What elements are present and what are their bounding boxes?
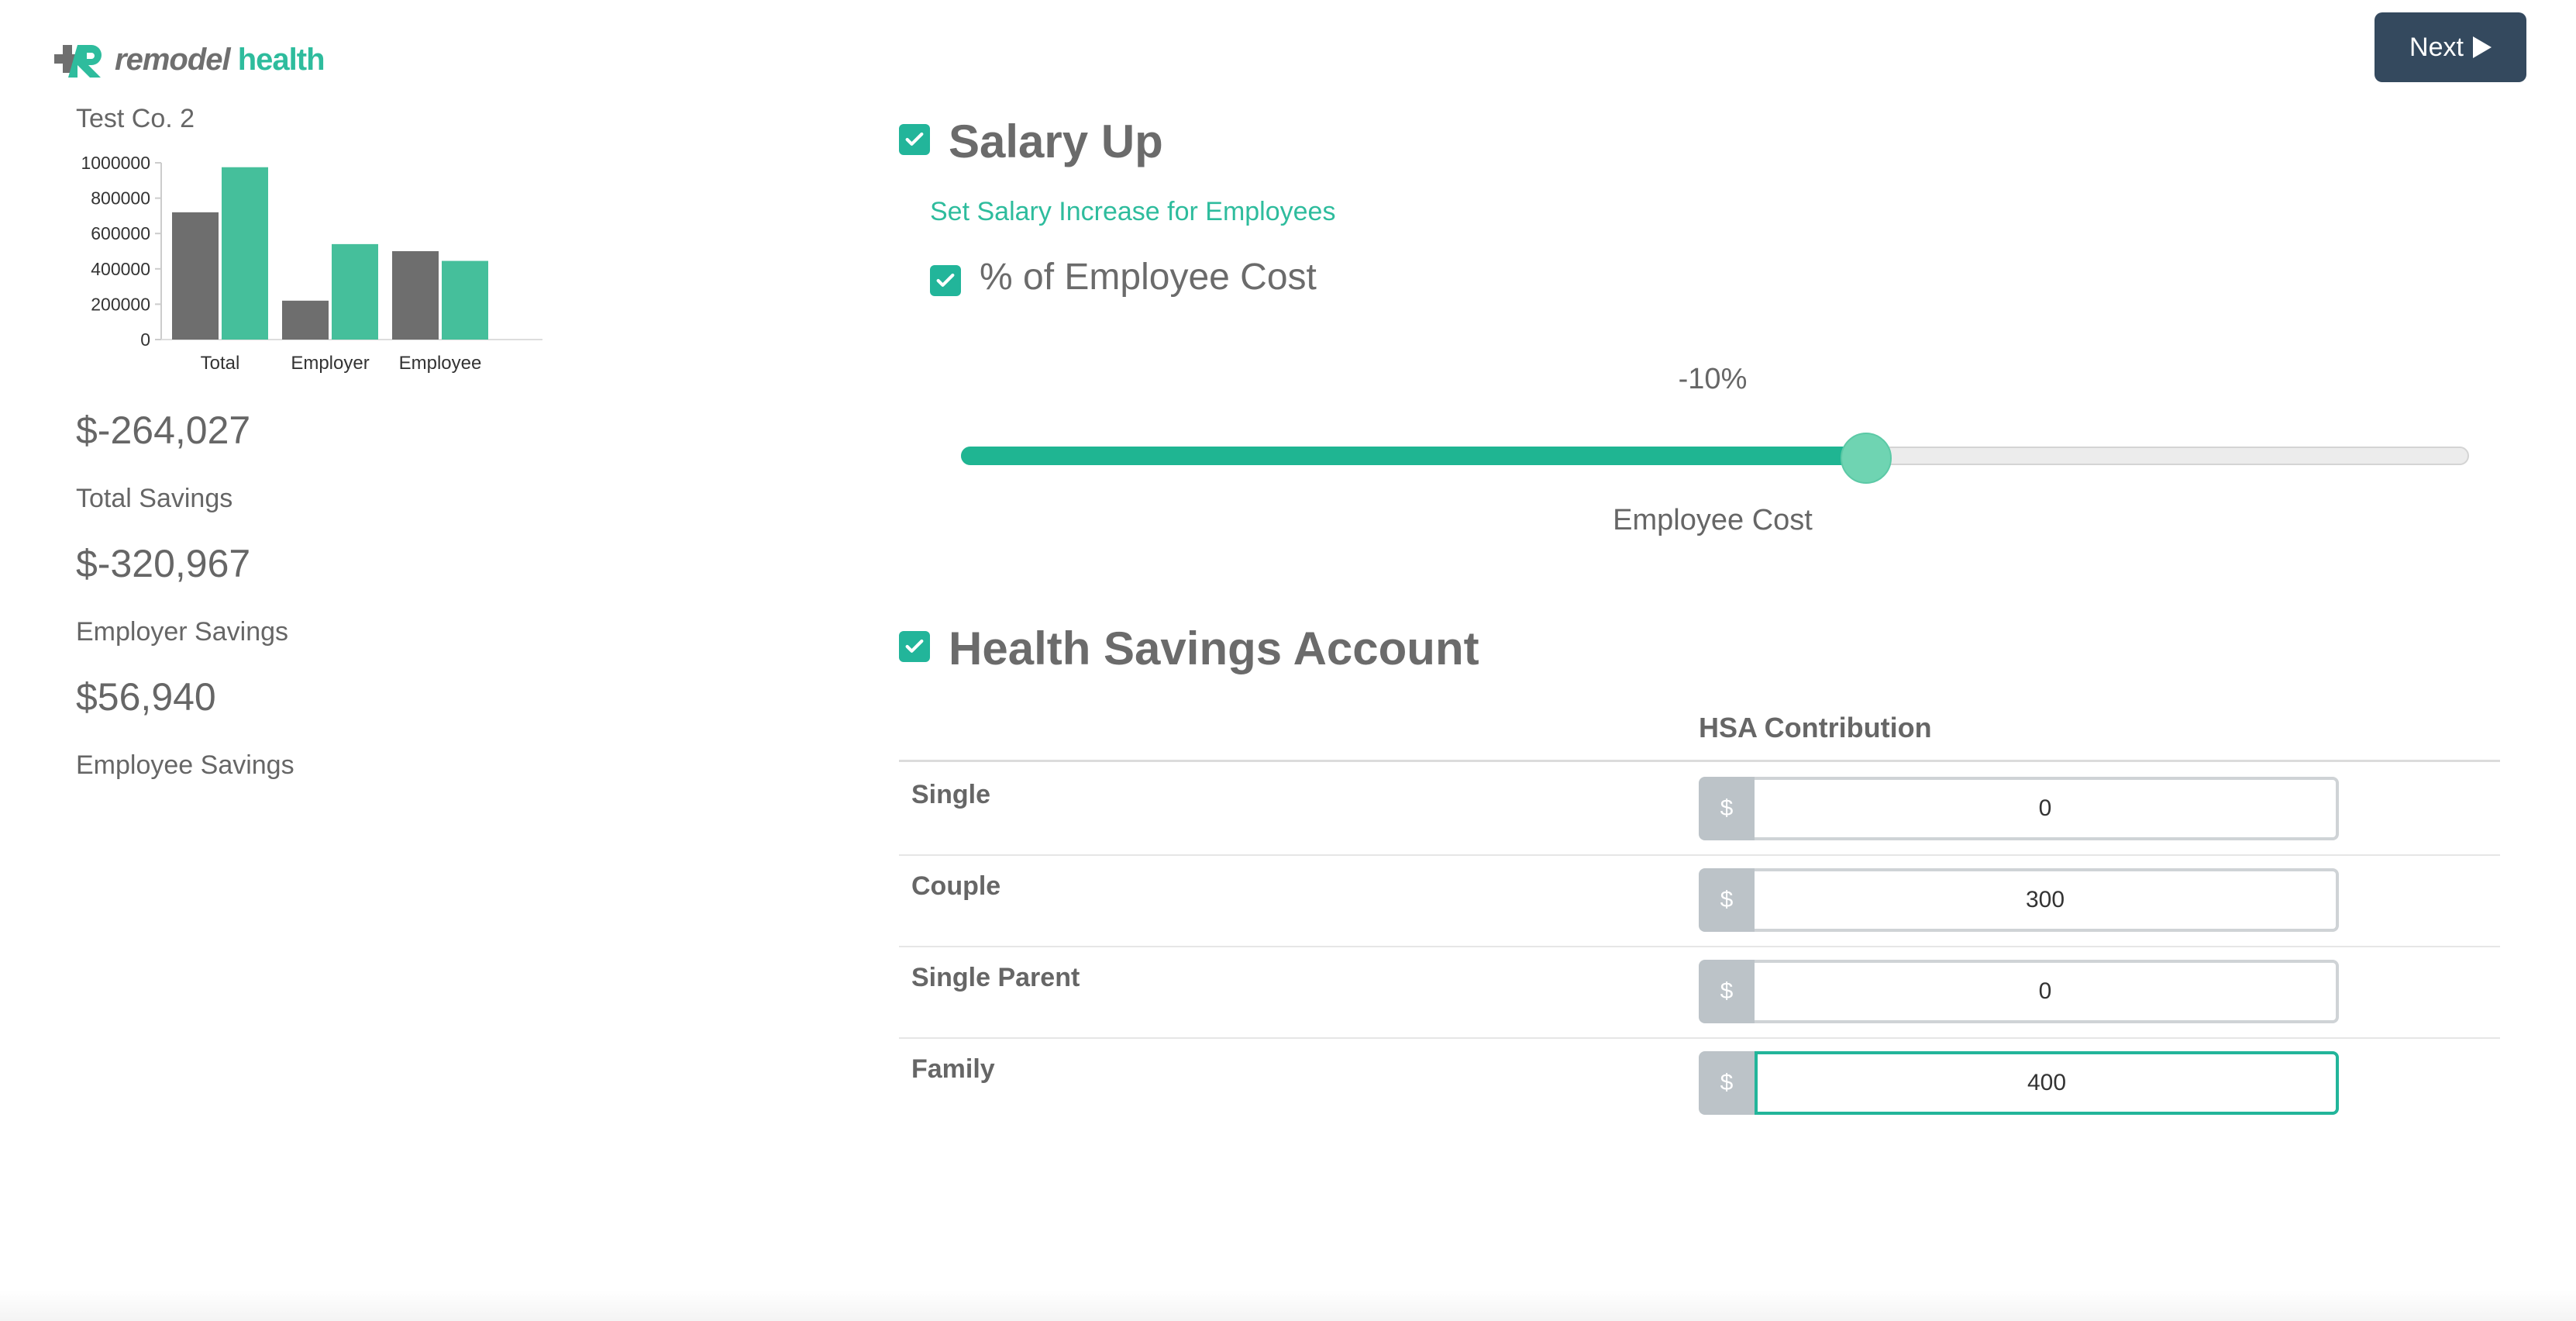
- next-button[interactable]: Next: [2375, 12, 2526, 82]
- row-divider: [899, 854, 2500, 856]
- employer-savings-label: Employer Savings: [76, 617, 289, 647]
- bar-employee-series-2: [442, 260, 488, 340]
- total-savings-label: Total Savings: [76, 484, 233, 513]
- employer-savings-value: $-320,967: [76, 542, 251, 585]
- hsa-single-parent-input-group: $: [1699, 960, 2339, 1023]
- set-salary-increase-link[interactable]: Set Salary Increase for Employees: [930, 197, 1335, 227]
- row-label-family: Family: [911, 1054, 995, 1084]
- y-tick-label: 0: [140, 329, 150, 350]
- currency-addon: $: [1699, 868, 1755, 932]
- total-savings-value: $-264,027: [76, 409, 251, 452]
- brand-logo: remodel health: [51, 40, 325, 79]
- row-label-couple: Couple: [911, 871, 1001, 901]
- row-label-single-parent: Single Parent: [911, 963, 1080, 992]
- employee-savings-label: Employee Savings: [76, 750, 294, 780]
- hsa-checkbox[interactable]: [899, 631, 930, 662]
- currency-addon: $: [1699, 777, 1755, 840]
- bar-total-series-1: [172, 212, 219, 340]
- y-tick-label: 600000: [91, 223, 150, 243]
- employee-cost-slider-thumb[interactable]: [1840, 433, 1892, 484]
- bar-employer-series-1: [282, 300, 329, 340]
- bar-employer-series-2: [332, 243, 378, 340]
- row-divider: [899, 1037, 2500, 1039]
- hsa-contribution-header: HSA Contribution: [1699, 712, 1932, 743]
- hsa-single-input[interactable]: [1755, 777, 2339, 840]
- table-header-divider: [899, 760, 2500, 762]
- y-tick-label: 800000: [91, 188, 150, 209]
- hsa-couple-input[interactable]: [1755, 868, 2339, 932]
- logo-mark-icon: [54, 45, 102, 78]
- checkmark-icon: [905, 639, 924, 653]
- hsa-title: Health Savings Account: [949, 623, 1479, 674]
- hsa-family-input-group: $: [1699, 1051, 2339, 1115]
- hsa-family-input[interactable]: [1755, 1051, 2339, 1115]
- salary-up-title: Salary Up: [949, 116, 1163, 167]
- page-bottom-shade: [0, 1290, 2576, 1321]
- slider-value: -10%: [1678, 363, 1748, 395]
- bar-employee-series-1: [392, 251, 439, 340]
- checkmark-icon: [936, 273, 955, 287]
- percent-employee-cost-label: % of Employee Cost: [980, 257, 1317, 298]
- salary-up-checkbox[interactable]: [899, 124, 930, 155]
- checkmark-icon: [905, 132, 924, 146]
- next-button-label: Next: [2409, 32, 2464, 62]
- employee-cost-slider-fill: [961, 447, 1866, 465]
- x-tick-label: Employer: [291, 353, 369, 374]
- row-label-single: Single: [911, 780, 991, 809]
- hsa-single-input-group: $: [1699, 777, 2339, 840]
- y-tick-label: 1000000: [81, 153, 150, 173]
- slider-label: Employee Cost: [1613, 504, 1813, 536]
- percent-employee-cost-checkbox[interactable]: [930, 265, 961, 296]
- y-tick-label: 200000: [91, 294, 150, 314]
- x-tick-label: Employee: [399, 353, 482, 374]
- y-tick-label: 400000: [91, 259, 150, 279]
- employee-savings-value: $56,940: [76, 675, 216, 719]
- currency-addon: $: [1699, 960, 1755, 1023]
- row-divider: [899, 946, 2500, 947]
- play-arrow-icon: [2472, 36, 2492, 58]
- currency-addon: $: [1699, 1051, 1755, 1115]
- x-tick-label: Total: [201, 353, 240, 374]
- hsa-single-parent-input[interactable]: [1755, 960, 2339, 1023]
- bar-total-series-2: [222, 167, 268, 340]
- brand-word-remodel: remodel: [115, 42, 231, 77]
- brand-word-health: health: [237, 42, 325, 77]
- company-name: Test Co. 2: [76, 104, 195, 133]
- savings-bar-chart: 1000000 800000 600000 400000 200000 0 Total Emp…: [81, 153, 542, 374]
- hsa-couple-input-group: $: [1699, 868, 2339, 932]
- brand-name: remodel health: [115, 43, 325, 78]
